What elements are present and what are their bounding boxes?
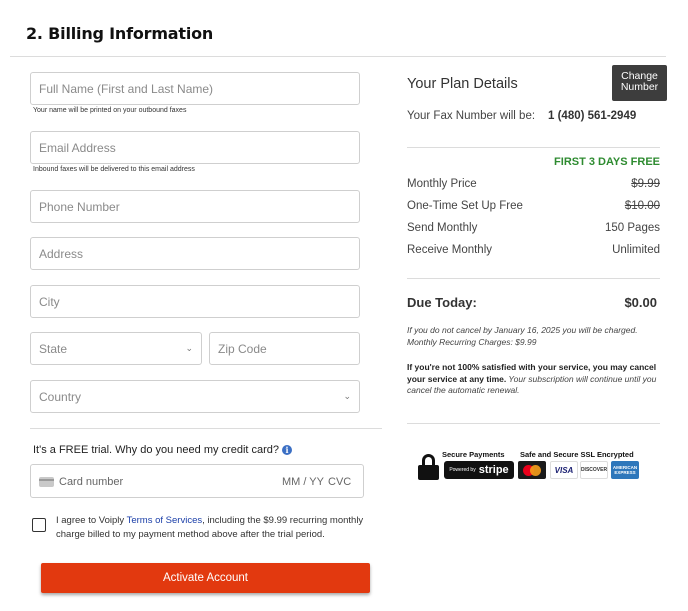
plan-row: Send Monthly 150 Pages [407, 222, 660, 234]
divider [407, 278, 660, 279]
ssl-label: Safe and Secure SSL Encrypted [520, 450, 634, 459]
lock-icon [418, 454, 439, 480]
divider [407, 147, 660, 148]
state-placeholder: State [39, 341, 68, 356]
stripe-logo-text: stripe [478, 464, 509, 476]
country-placeholder: Country [39, 389, 82, 404]
plan-details-title: Your Plan Details [407, 76, 518, 92]
credit-card-icon [39, 477, 54, 487]
plan-row-value: 150 Pages [605, 222, 660, 234]
plan-row-label: Monthly Price [407, 178, 477, 190]
email-hint: Inbound faxes will be delivered to this … [33, 166, 195, 173]
due-today-value: $0.00 [624, 295, 657, 310]
phone-input[interactable]: Phone Number [30, 190, 360, 223]
why-card-text: It's a FREE trial. Why do you need my cr… [33, 444, 280, 456]
divider [407, 423, 660, 424]
chevron-down-icon: ⌄ [343, 391, 351, 401]
terms-prefix: I agree to Voiply [56, 515, 127, 526]
full-name-placeholder: Full Name (First and Last Name) [39, 81, 214, 96]
visa-icon: VISA [550, 461, 578, 479]
card-number-placeholder: Card number [59, 476, 124, 488]
plan-row-value: $9.99 [631, 178, 660, 190]
why-card-question[interactable]: It's a FREE trial. Why do you need my cr… [33, 444, 293, 456]
full-name-hint: Your name will be printed on your outbou… [33, 107, 187, 114]
fax-number-label: Your Fax Number will be: [407, 110, 536, 122]
email-input[interactable]: Email Address [30, 131, 360, 164]
stripe-badge: Powered by stripe [444, 461, 514, 479]
plan-row-value: Unlimited [612, 244, 660, 256]
trust-badges: Secure Payments Powered by stripe Safe a… [418, 448, 643, 484]
activate-account-button[interactable]: Activate Account [41, 563, 370, 593]
terms-checkbox[interactable] [32, 518, 46, 532]
zip-input[interactable]: Zip Code [209, 332, 360, 365]
email-placeholder: Email Address [39, 140, 116, 155]
city-input[interactable]: City [30, 285, 360, 318]
state-select[interactable]: State ⌄ [30, 332, 202, 365]
info-icon[interactable]: i [282, 445, 293, 455]
divider [10, 56, 666, 57]
cancel-note: If you do not cancel by January 16, 2025… [407, 325, 638, 347]
satisfaction-note: If you're not 100% satisfied with your s… [407, 362, 661, 397]
terms-link[interactable]: Terms of Services [127, 515, 203, 526]
due-today-label: Due Today: [407, 295, 477, 310]
plan-row-label: Receive Monthly [407, 244, 493, 256]
plan-row: Receive Monthly Unlimited [407, 244, 660, 256]
address-placeholder: Address [39, 246, 84, 261]
plan-row-value: $10.00 [624, 200, 660, 212]
card-expiry-placeholder: MM / YY [282, 476, 324, 488]
divider [30, 428, 382, 429]
chevron-down-icon: ⌄ [185, 343, 193, 353]
phone-placeholder: Phone Number [39, 199, 120, 214]
discover-icon: DISCOVER [580, 461, 608, 479]
city-placeholder: City [39, 294, 60, 309]
plan-row-label: One-Time Set Up Free [407, 200, 523, 212]
card-cvc-placeholder: CVC [328, 476, 352, 488]
powered-by-text: Powered by [449, 467, 476, 473]
amex-icon: AMERICAN EXPRESS [611, 461, 639, 479]
free-trial-tag: FIRST 3 DAYS FREE [554, 156, 660, 168]
address-input[interactable]: Address [30, 237, 360, 270]
mastercard-icon [518, 461, 546, 479]
zip-placeholder: Zip Code [218, 341, 267, 356]
country-select[interactable]: Country ⌄ [30, 380, 360, 413]
terms-agreement-text: I agree to Voiply Terms of Services, inc… [56, 514, 376, 542]
full-name-input[interactable]: Full Name (First and Last Name) [30, 72, 360, 105]
section-title: 2. Billing Information [26, 24, 214, 43]
plan-row: One-Time Set Up Free $10.00 [407, 200, 660, 212]
plan-row: Monthly Price $9.99 [407, 178, 660, 190]
card-input[interactable]: Card number MM / YY CVC [30, 464, 364, 498]
secure-payments-label: Secure Payments [442, 450, 505, 459]
plan-row-label: Send Monthly [407, 222, 478, 234]
fax-number-value: 1 (480) 561-2949 [548, 110, 637, 122]
change-number-button[interactable]: Change Number [612, 65, 667, 101]
